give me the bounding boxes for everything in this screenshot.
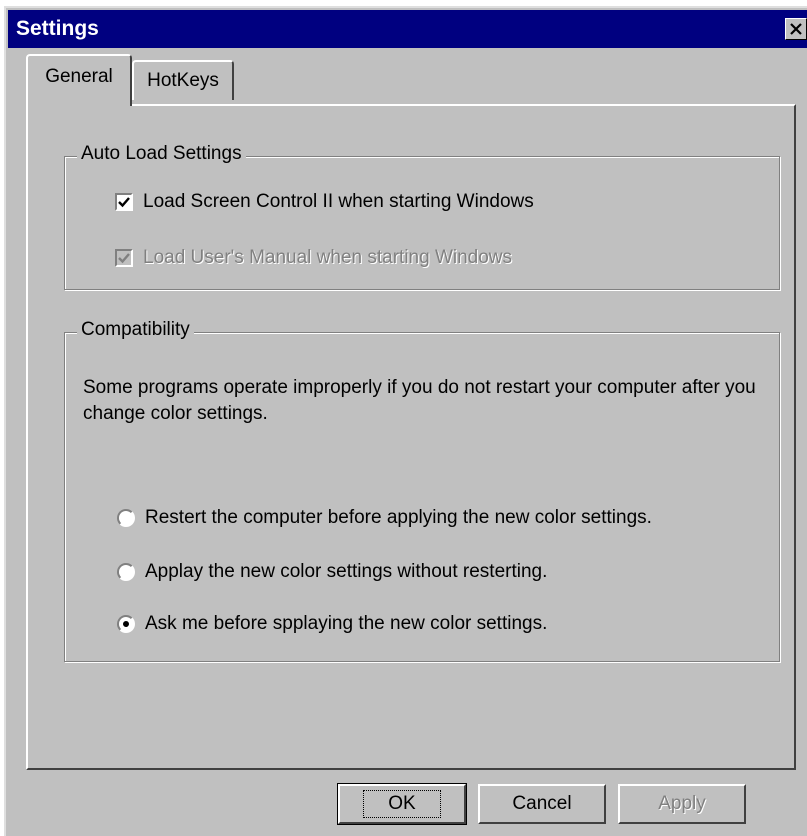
compatibility-group: Compatibility Some programs operate impr… [64,319,780,662]
radio-option-apply-without-restart[interactable]: Applay the new color settings without re… [117,561,547,583]
tab-hotkeys-label: HotKeys [147,70,219,91]
radio-option-ask-me[interactable]: Ask me before spplaying the new color se… [117,613,547,635]
tab-hotkeys[interactable]: HotKeys [132,60,234,100]
radio-ask-me-label: Ask me before spplaying the new color se… [145,613,548,634]
radio-ask-me[interactable] [117,615,135,633]
tab-general-label: General [45,66,113,87]
radio-selected-dot [123,621,129,627]
load-screen-control-label: Load Screen Control II when starting Win… [143,191,534,212]
radio-option-restart[interactable]: Restert the computer before applying the… [117,507,652,529]
load-users-manual-checkbox [115,249,133,267]
settings-dialog: Settings General HotKeys Auto Load Setti… [4,6,807,836]
close-button[interactable] [785,18,807,40]
tab-general[interactable]: General [26,54,132,106]
radio-restart-label: Restert the computer before applying the… [145,507,652,528]
radio-apply-without-restart-label: Applay the new color settings without re… [145,561,548,582]
apply-button: Apply [618,784,746,824]
checkmark-icon [118,197,130,208]
close-icon [790,23,802,35]
checkmark-icon [118,253,130,264]
window-title: Settings [16,17,99,40]
load-users-manual-option: Load User's Manual when starting Windows [115,247,512,269]
radio-apply-without-restart[interactable] [117,563,135,581]
general-tab-panel: Auto Load Settings Load Screen Control I… [26,104,796,770]
radio-restart[interactable] [117,509,135,527]
load-users-manual-label: Load User's Manual when starting Windows [143,247,513,268]
load-screen-control-checkbox[interactable] [115,193,133,211]
apply-button-label: Apply [658,793,706,814]
ok-button-label: OK [363,790,441,818]
auto-load-settings-label: Auto Load Settings [77,143,246,165]
compatibility-label: Compatibility [77,319,194,341]
cancel-button-label: Cancel [512,793,572,814]
auto-load-settings-group: Auto Load Settings Load Screen Control I… [64,143,780,290]
compatibility-description: Some programs operate improperly if you … [83,377,756,424]
load-screen-control-option[interactable]: Load Screen Control II when starting Win… [115,191,534,213]
title-bar[interactable]: Settings [8,10,807,48]
cancel-button[interactable]: Cancel [478,784,606,824]
ok-button[interactable]: OK [337,783,467,825]
